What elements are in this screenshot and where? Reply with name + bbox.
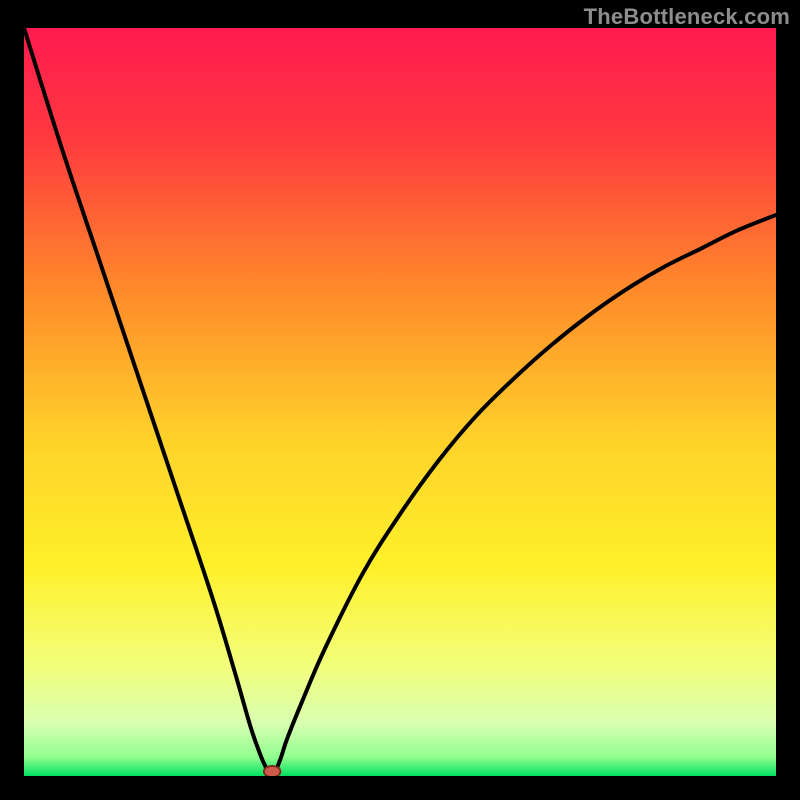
plot-svg [24, 28, 776, 776]
bottleneck-plot [24, 28, 776, 776]
watermark-text: TheBottleneck.com [584, 4, 790, 30]
optimal-point-marker [264, 766, 281, 776]
chart-frame: TheBottleneck.com [0, 0, 800, 800]
gradient-background [24, 28, 776, 776]
